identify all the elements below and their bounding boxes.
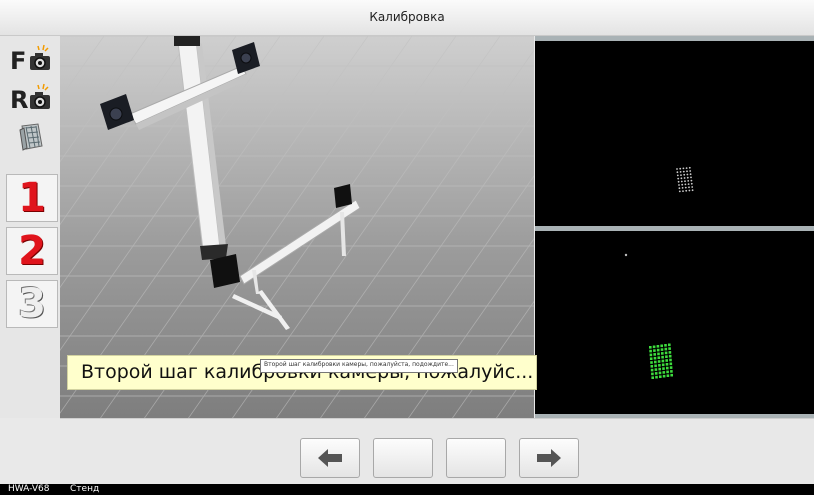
- front-camera-icon: F: [10, 44, 50, 75]
- front-camera-button[interactable]: F: [5, 42, 57, 76]
- left-target-plate: [210, 254, 240, 288]
- rear-camera-feed: [535, 231, 814, 414]
- blank-button-1[interactable]: [373, 438, 433, 478]
- status-model: HWA-V68: [8, 484, 50, 494]
- rear-target-dots: [624, 253, 673, 379]
- blank-button-2[interactable]: [446, 438, 506, 478]
- step-2-button[interactable]: 2: [6, 227, 58, 275]
- step-3-button[interactable]: 3: [6, 280, 58, 328]
- step-1-button[interactable]: 1: [6, 174, 58, 222]
- status-bar: HWA-V68 Стенд: [0, 484, 814, 495]
- arrow-right-icon: [537, 449, 561, 467]
- back-button[interactable]: [300, 438, 360, 478]
- front-camera-feed: [535, 41, 814, 226]
- forward-button[interactable]: [519, 438, 579, 478]
- front-camera-letter: F: [10, 47, 26, 75]
- status-mode: Стенд: [70, 484, 100, 494]
- status-tooltip: Второй шаг калибровки камеры, пожалуйста…: [260, 359, 458, 373]
- camera-feeds-panel: [535, 36, 814, 418]
- left-toolbar: F R 1 2 3: [0, 36, 60, 418]
- bottom-panel: [60, 418, 814, 484]
- right-target-plate: [334, 184, 352, 208]
- front-target-dots: [676, 166, 694, 193]
- calibration-tool-button[interactable]: [5, 120, 57, 154]
- arrow-left-icon: [318, 449, 342, 467]
- grid-tool-icon: [19, 123, 43, 151]
- rear-camera-icon: R: [10, 83, 50, 114]
- title-bar: Калибровка: [0, 0, 814, 36]
- rear-camera-button[interactable]: R: [5, 81, 57, 115]
- window-title: Калибровка: [369, 10, 445, 24]
- rear-camera-letter: R: [10, 86, 28, 114]
